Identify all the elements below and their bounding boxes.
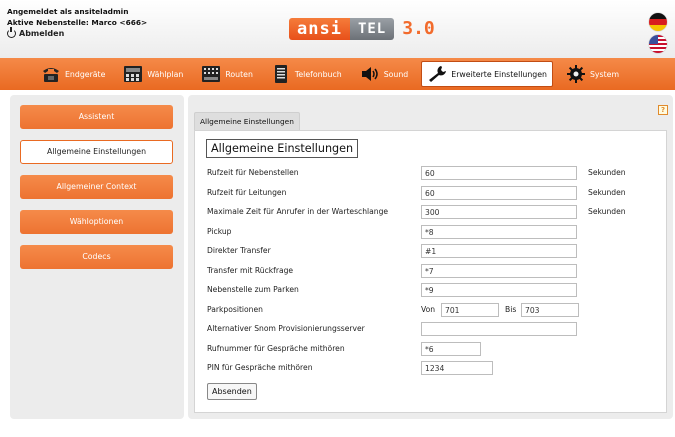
nav-erweiterte-einstellungen[interactable]: Erweiterte Einstellungen: [421, 61, 553, 87]
active-extension: Aktive Nebenstelle: Marco <666>: [7, 18, 148, 27]
rufzeit-nebenstellen-input[interactable]: [421, 166, 577, 180]
sidebar-item-allgemeine-einstellungen[interactable]: Allgemeine Einstellungen: [20, 140, 173, 164]
speaker-icon: [360, 65, 380, 83]
nebenstelle-parken-input[interactable]: [421, 283, 577, 297]
sidebar-item-waehloptionen[interactable]: Wähloptionen: [20, 210, 173, 234]
park-from-input[interactable]: [441, 303, 499, 317]
german-flag-icon[interactable]: [649, 13, 667, 31]
logged-in-as: Angemeldet als ansiteladmin: [7, 7, 129, 16]
monitor-number-input[interactable]: [421, 342, 481, 356]
login-info: Angemeldet als ansiteladmin Aktive Neben…: [7, 6, 147, 39]
label-direkter-transfer: Direkter Transfer: [207, 246, 271, 255]
logout-label: Abmelden: [19, 29, 65, 38]
max-zeit-warteschlange-input[interactable]: [421, 205, 577, 219]
phone-icon: [41, 65, 61, 83]
label-monitor-pin: PIN für Gespräche mithören: [207, 363, 313, 372]
logo-tel: TEL: [349, 18, 395, 40]
label-monitor-number: Rufnummer für Gespräche mithören: [207, 344, 345, 353]
switchboard-icon: [201, 65, 221, 83]
logo-ansi: ansi: [289, 18, 350, 40]
label-parkpositionen: Parkpositionen: [207, 305, 263, 314]
nav-label: Sound: [383, 69, 409, 79]
nav-telefonbuch[interactable]: Telefonbuch: [266, 61, 347, 87]
pickup-input[interactable]: [421, 225, 577, 239]
nav-label: System: [589, 69, 620, 79]
label-rufzeit-leitungen: Rufzeit für Leitungen: [207, 188, 287, 197]
label-pickup: Pickup: [207, 227, 232, 236]
header: Angemeldet als ansiteladmin Aktive Neben…: [0, 0, 675, 58]
snom-server-input[interactable]: [421, 322, 577, 336]
phonebook-icon: [271, 65, 291, 83]
label-bis: Bis: [505, 305, 517, 314]
sidebar: Assistent Allgemeine Einstellungen Allge…: [10, 95, 184, 419]
main-panel: ? Allgemeine Einstellungen Allgemeine Ei…: [188, 95, 673, 419]
label-snom-server: Alternativer Snom Provisionierungsserver: [207, 324, 365, 333]
label-max-zeit-warteschlange: Maximale Zeit für Anrufer in der Wartesc…: [207, 207, 389, 216]
nav-label: Endgeräte: [65, 69, 106, 79]
sidebar-item-assistent[interactable]: Assistent: [20, 105, 173, 129]
label-nebenstelle-parken: Nebenstelle zum Parken: [207, 285, 299, 294]
unit-seconds: Sekunden: [588, 207, 626, 216]
label-transfer-rueckfrage: Transfer mit Rückfrage: [207, 266, 294, 275]
us-flag-icon[interactable]: [649, 35, 667, 53]
direkter-transfer-input[interactable]: [421, 244, 577, 258]
main-nav: Endgeräte Wählplan Routen Telefonbuch So…: [0, 58, 675, 90]
submit-button[interactable]: Absenden: [207, 383, 257, 400]
page-title: Allgemeine Einstellungen: [206, 139, 359, 158]
sidebar-item-codecs[interactable]: Codecs: [20, 245, 173, 269]
logout-link[interactable]: Abmelden: [7, 27, 147, 39]
nav-endgeraete[interactable]: Endgeräte: [36, 61, 110, 87]
nav-label: Wählplan: [147, 69, 184, 79]
park-to-input[interactable]: [521, 303, 579, 317]
unit-seconds: Sekunden: [588, 168, 626, 177]
transfer-rueckfrage-input[interactable]: [421, 264, 577, 278]
nav-label: Telefonbuch: [294, 69, 342, 79]
power-icon: [7, 27, 16, 38]
label-von: Von: [421, 305, 436, 314]
nav-label: Routen: [225, 69, 253, 79]
nav-sound[interactable]: Sound: [355, 61, 414, 87]
logo-version: 3.0: [402, 18, 435, 39]
logo: ansi TEL 3.0: [289, 18, 435, 40]
settings-form: Allgemeine Einstellungen Rufzeit für Neb…: [194, 130, 667, 413]
nav-system[interactable]: System: [561, 61, 624, 87]
gear-icon: [566, 65, 586, 83]
sidebar-item-allgemeiner-context[interactable]: Allgemeiner Context: [20, 175, 173, 199]
unit-seconds: Sekunden: [588, 188, 626, 197]
wrench-icon: [427, 65, 447, 83]
tab-allgemeine-einstellungen[interactable]: Allgemeine Einstellungen: [194, 112, 300, 130]
nav-routen[interactable]: Routen: [196, 61, 258, 87]
monitor-pin-input[interactable]: [421, 361, 493, 375]
help-icon[interactable]: ?: [658, 105, 668, 115]
nav-label: Erweiterte Einstellungen: [451, 69, 547, 79]
dialplan-icon: [123, 65, 143, 83]
label-rufzeit-nebenstellen: Rufzeit für Nebenstellen: [207, 168, 299, 177]
rufzeit-leitungen-input[interactable]: [421, 186, 577, 200]
nav-waehlplan[interactable]: Wählplan: [118, 61, 188, 87]
